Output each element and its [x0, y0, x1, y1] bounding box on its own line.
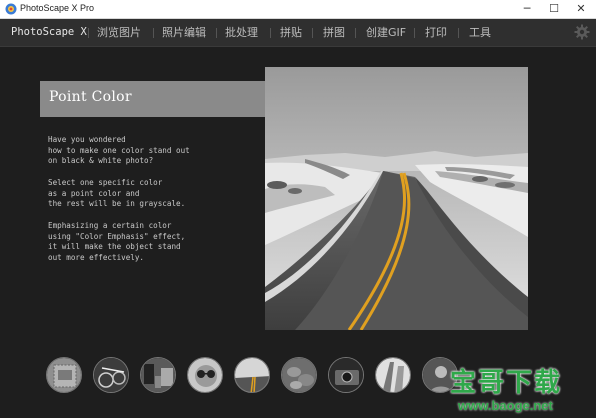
- menu-separator: [153, 28, 154, 38]
- thumbnail-stamp[interactable]: [46, 357, 82, 393]
- menu-separator: [458, 28, 459, 38]
- description-line: using "Color Emphasis" effect,: [48, 231, 186, 241]
- menu-viewer[interactable]: 浏览图片: [97, 19, 141, 46]
- menu-separator: [88, 28, 89, 38]
- menu-separator: [414, 28, 415, 38]
- close-button[interactable]: ✕: [568, 0, 594, 18]
- watermark-logo-text: 宝哥下载: [450, 368, 563, 398]
- menu-collage[interactable]: 拼贴: [280, 19, 302, 46]
- main-menu-bar: PhotoScape X 浏览图片 照片编辑 批处理 拼贴 拼图 创建GIF 打…: [0, 19, 596, 47]
- menu-batch[interactable]: 批处理: [225, 19, 258, 46]
- menu-separator: [270, 28, 271, 38]
- thumbnail-street[interactable]: [140, 357, 176, 393]
- thumbnail-bikes[interactable]: [93, 357, 129, 393]
- window-title: PhotoScape X Pro: [20, 3, 95, 13]
- feature-description-2: Select one specific color as a point col…: [48, 178, 185, 210]
- menu-separator: [312, 28, 313, 38]
- description-line: Emphasizing a certain color: [48, 221, 172, 230]
- menu-tools[interactable]: 工具: [469, 19, 491, 46]
- thumbnail-road[interactable]: [234, 357, 270, 393]
- feature-title-box: Point Color: [40, 81, 286, 117]
- description-line: it will make the object stand: [48, 242, 181, 251]
- minimize-button[interactable]: ─: [514, 0, 540, 18]
- description-line: on black & white photo?: [48, 156, 154, 165]
- feature-title: Point Color: [49, 89, 132, 105]
- menu-create-gif[interactable]: 创建GIF: [366, 19, 406, 46]
- app-logo-icon: [5, 3, 17, 15]
- feature-sample-photo: [265, 67, 528, 330]
- thumbnail-building[interactable]: [375, 357, 411, 393]
- description-line: out more effectively.: [48, 252, 145, 262]
- menu-editor[interactable]: 照片编辑: [162, 19, 206, 46]
- feature-description-1: Have you wondered how to make one color …: [48, 135, 190, 167]
- menu-separator: [216, 28, 217, 38]
- description-line: the rest will be in grayscale.: [48, 199, 186, 208]
- description-line: how to make one color stand out: [48, 145, 190, 155]
- thumbnail-stones[interactable]: [281, 357, 317, 393]
- menu-home[interactable]: PhotoScape X: [11, 19, 87, 46]
- description-line: as a point color and: [48, 188, 140, 198]
- watermark: 宝哥下载 www.baoge.net: [436, 352, 596, 418]
- description-line: Have you wondered: [48, 135, 126, 144]
- description-line: Select one specific color: [48, 178, 163, 187]
- title-bar: PhotoScape X Pro ─ ☐ ✕: [0, 0, 596, 19]
- thumbnail-camera[interactable]: [328, 357, 364, 393]
- gear-icon[interactable]: [574, 24, 590, 40]
- feature-description-3: Emphasizing a certain color using "Color…: [48, 221, 185, 263]
- watermark-url: www.baoge.net: [458, 398, 553, 413]
- welcome-panel: Point Color Have you wondered how to mak…: [0, 47, 596, 418]
- maximize-button[interactable]: ☐: [541, 0, 567, 18]
- menu-print[interactable]: 打印: [425, 19, 447, 46]
- thumbnail-sunglasses[interactable]: [187, 357, 223, 393]
- menu-combine[interactable]: 拼图: [323, 19, 345, 46]
- menu-separator: [355, 28, 356, 38]
